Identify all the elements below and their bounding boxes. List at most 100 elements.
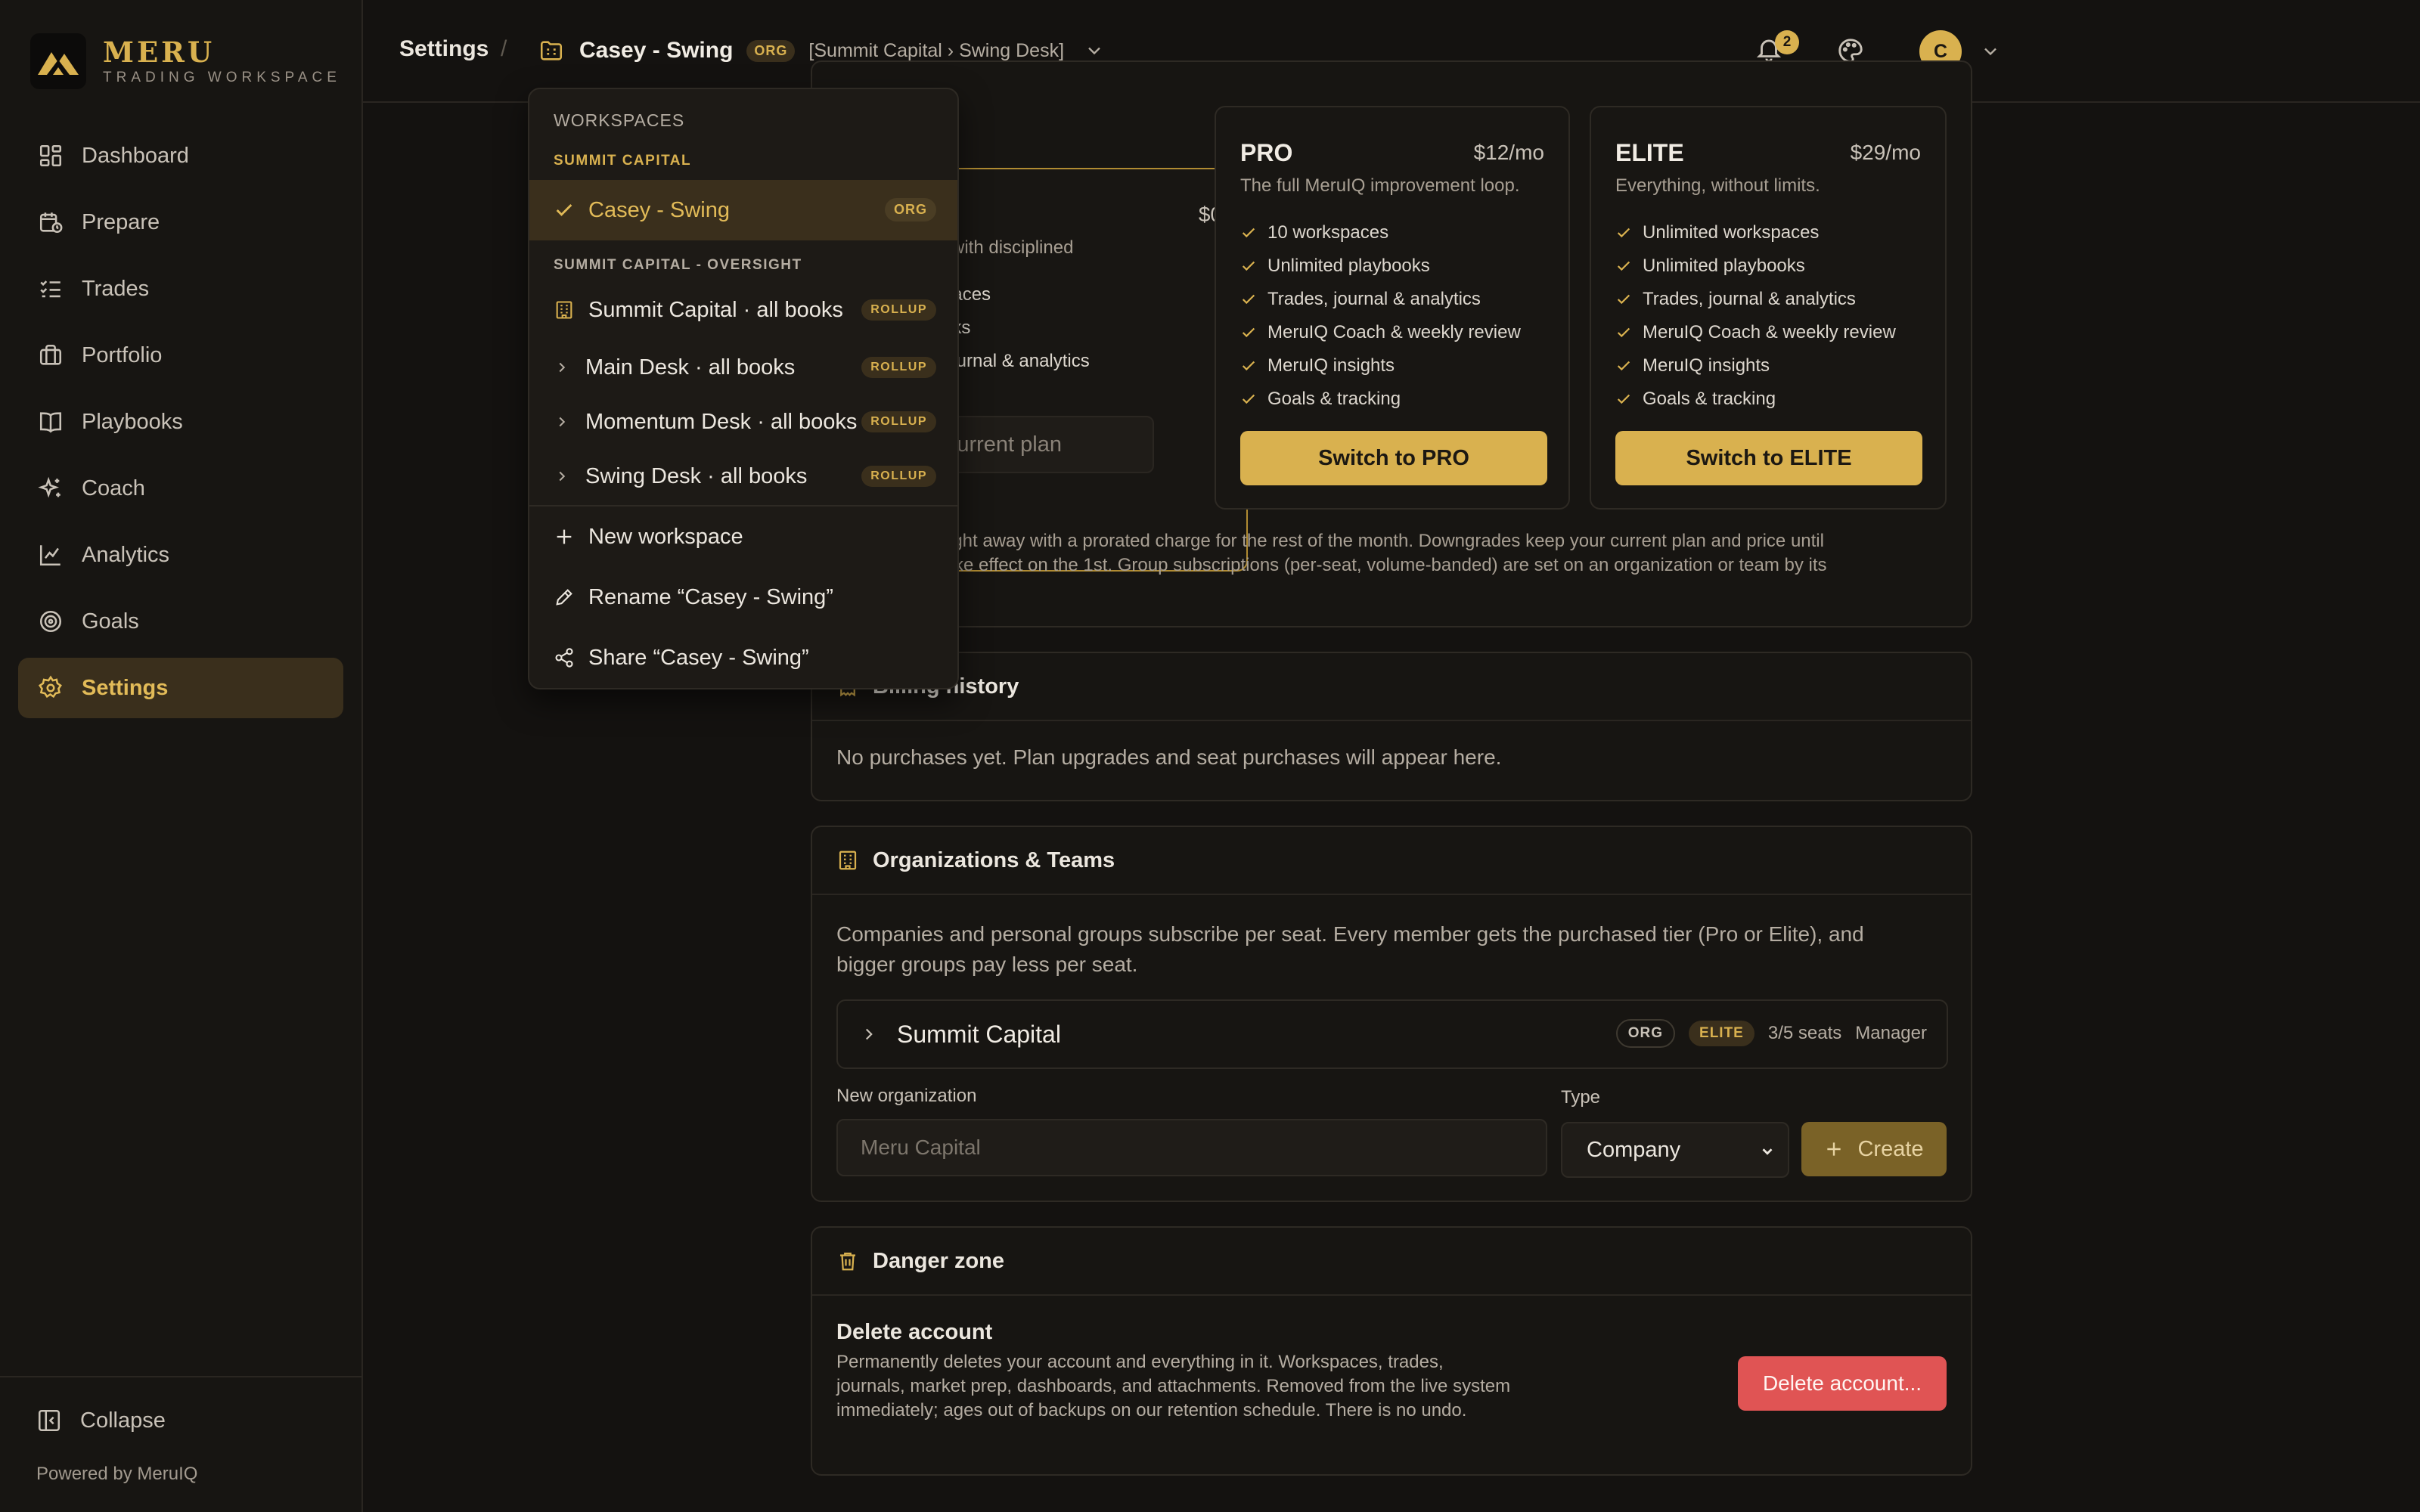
plan-feature: Trades, journal & analytics <box>1615 283 1896 316</box>
target-icon <box>39 610 62 633</box>
book-icon <box>39 412 62 433</box>
list-checks-icon <box>40 280 60 298</box>
workspace-item-swing-desk[interactable]: Swing Desk · all books ROLLUP <box>529 449 957 503</box>
rename-workspace-item[interactable]: Rename “Casey - Swing” <box>529 570 957 624</box>
sidebar-item-prepare[interactable]: Prepare <box>18 192 343 253</box>
delete-account-button[interactable]: Delete account... <box>1738 1356 1947 1411</box>
workspace-path: [Summit Capital › Swing Desk] <box>808 39 1065 61</box>
billing-history-header: Billing history <box>812 653 1971 721</box>
plan-feature: Unlimited workspaces <box>1615 216 1896 249</box>
workspace-item-badge: ORG <box>884 198 936 222</box>
type-label: Type <box>1561 1087 1601 1108</box>
brand[interactable]: MERU TRADING WORKSPACE <box>30 33 341 89</box>
check-icon <box>1617 228 1630 238</box>
meru-logo-icon <box>30 33 86 89</box>
check-icon <box>1242 394 1255 404</box>
calendar-clock-icon <box>39 212 63 234</box>
plan-feature: Unlimited playbooks <box>1240 249 1521 283</box>
workspace-item-summit-capital-all-books[interactable]: Summit Capital · all books ROLLUP <box>529 283 957 337</box>
workspace-item-momentum-desk[interactable]: Momentum Desk · all books ROLLUP <box>529 395 957 449</box>
org-row-summit-capital[interactable]: Summit Capital ORG ELITE 3/5 seats Manag… <box>836 999 1948 1069</box>
sidebar-item-portfolio[interactable]: Portfolio <box>18 325 343 386</box>
danger-zone-title: Danger zone <box>873 1248 1005 1273</box>
new-org-input[interactable]: Meru Capital <box>836 1119 1547 1176</box>
organizations-panel: Organizations & Teams Companies and pers… <box>811 826 1972 1202</box>
building-icon <box>839 850 857 870</box>
workspace-item-label: Swing Desk · all books <box>585 463 808 488</box>
chevron-right-icon <box>559 471 566 482</box>
collapse-button[interactable]: Collapse <box>36 1408 166 1433</box>
share-workspace-label: Share “Casey - Swing” <box>588 645 809 670</box>
chevron-down-icon[interactable] <box>1980 41 2001 62</box>
workspace-item-casey-swing[interactable]: Casey - Swing ORG <box>529 180 957 240</box>
organizations-title: Organizations & Teams <box>873 847 1115 872</box>
org-type-badge: ORG <box>1615 1019 1676 1048</box>
switch-to-elite-button[interactable]: Switch to ELITE <box>1615 431 1922 485</box>
plan-feature: paces <box>942 284 991 305</box>
danger-zone-panel: Danger zone Delete account Permanently d… <box>811 1226 1972 1476</box>
workspace-badge: ORG <box>746 39 796 62</box>
plan-feature: MeruIQ insights <box>1615 349 1896 383</box>
new-workspace-item[interactable]: New workspace <box>529 510 957 564</box>
organizations-desc-line: bigger groups pay less per seat. <box>836 953 1138 976</box>
plan-desc: Everything, without limits. <box>1615 175 1820 196</box>
powered-by: Powered by MeruIQ <box>36 1464 198 1484</box>
share-workspace-item[interactable]: Share “Casey - Swing” <box>529 631 957 685</box>
plan-feature: Goals & tracking <box>1240 383 1521 416</box>
plans-panel: $0 with disciplined paces oks journal & … <box>811 60 1972 627</box>
org-type-value: Company <box>1587 1137 1681 1162</box>
sidebar-item-playbooks[interactable]: Playbooks <box>18 392 343 452</box>
new-org-label: New organization <box>836 1086 977 1106</box>
workspace-name: Casey - Swing <box>579 38 734 63</box>
switch-to-pro-button[interactable]: Switch to PRO <box>1240 431 1547 485</box>
sidebar-item-label: Dashboard <box>82 143 189 168</box>
delete-account-title: Delete account <box>836 1320 993 1344</box>
plan-feature: Goals & tracking <box>1615 383 1896 416</box>
chevron-right-icon <box>559 362 566 373</box>
dropdown-heading: WORKSPACES <box>554 110 685 130</box>
plan-footnote-line: d take effect on the 1st. Group subscrip… <box>924 555 1827 575</box>
sidebar-collapse-icon <box>38 1409 60 1432</box>
new-workspace-label: New workspace <box>588 524 743 549</box>
sidebar-item-label: Goals <box>82 609 139 634</box>
billing-empty-text: No purchases yet. Plan upgrades and seat… <box>836 745 1502 769</box>
rename-workspace-label: Rename “Casey - Swing” <box>588 584 833 609</box>
workspace-item-main-desk[interactable]: Main Desk · all books ROLLUP <box>529 340 957 395</box>
breadcrumb-separator: / <box>501 36 507 61</box>
check-icon <box>1242 228 1255 238</box>
dashboard-icon <box>39 144 62 167</box>
sidebar-item-coach[interactable]: Coach <box>18 458 343 519</box>
check-icon <box>1617 394 1630 404</box>
sidebar-item-dashboard[interactable]: Dashboard <box>18 125 343 186</box>
breadcrumb-settings[interactable]: Settings <box>399 36 489 62</box>
org-name: Summit Capital <box>897 1020 1061 1048</box>
sidebar-item-analytics[interactable]: Analytics <box>18 525 343 585</box>
plan-price: $29/mo <box>1850 141 1921 164</box>
plan-desc: The full MeruIQ improvement loop. <box>1240 175 1520 196</box>
workspace-item-label: Momentum Desk · all books <box>585 409 858 434</box>
sidebar-item-trades[interactable]: Trades <box>18 259 343 319</box>
plus-icon <box>557 529 572 544</box>
chevron-right-icon <box>865 1028 873 1040</box>
chevron-down-icon <box>1762 1148 1773 1155</box>
building-icon <box>556 301 572 319</box>
sidebar-item-settings[interactable]: Settings <box>18 658 343 718</box>
sidebar-item-label: Coach <box>82 476 145 500</box>
workspace-item-label: Main Desk · all books <box>585 355 796 380</box>
sparkles-icon <box>38 476 60 498</box>
check-icon <box>1242 261 1255 271</box>
plan-footnote: ly right away with a prorated charge for… <box>924 529 1827 578</box>
check-icon <box>1617 294 1630 305</box>
plan-feature: journal & analytics <box>942 351 1090 371</box>
org-type-select[interactable]: Company <box>1561 1122 1789 1178</box>
workspace-dropdown: WORKSPACES SUMMIT CAPITAL Casey - Swing … <box>528 88 959 689</box>
organizations-header: Organizations & Teams <box>812 827 1971 895</box>
plan-card-free: $0 with disciplined paces oks journal & … <box>855 168 1248 572</box>
delete-account-desc: Permanently deletes your account and eve… <box>836 1352 1511 1421</box>
plan-feature: 10 workspaces <box>1240 216 1521 249</box>
folder-icon <box>540 41 563 60</box>
dropdown-group-label: SUMMIT CAPITAL - OVERSIGHT <box>554 257 802 273</box>
sidebar-item-goals[interactable]: Goals <box>18 591 343 652</box>
share-icon <box>555 648 573 668</box>
create-org-button[interactable]: Create <box>1801 1122 1947 1176</box>
